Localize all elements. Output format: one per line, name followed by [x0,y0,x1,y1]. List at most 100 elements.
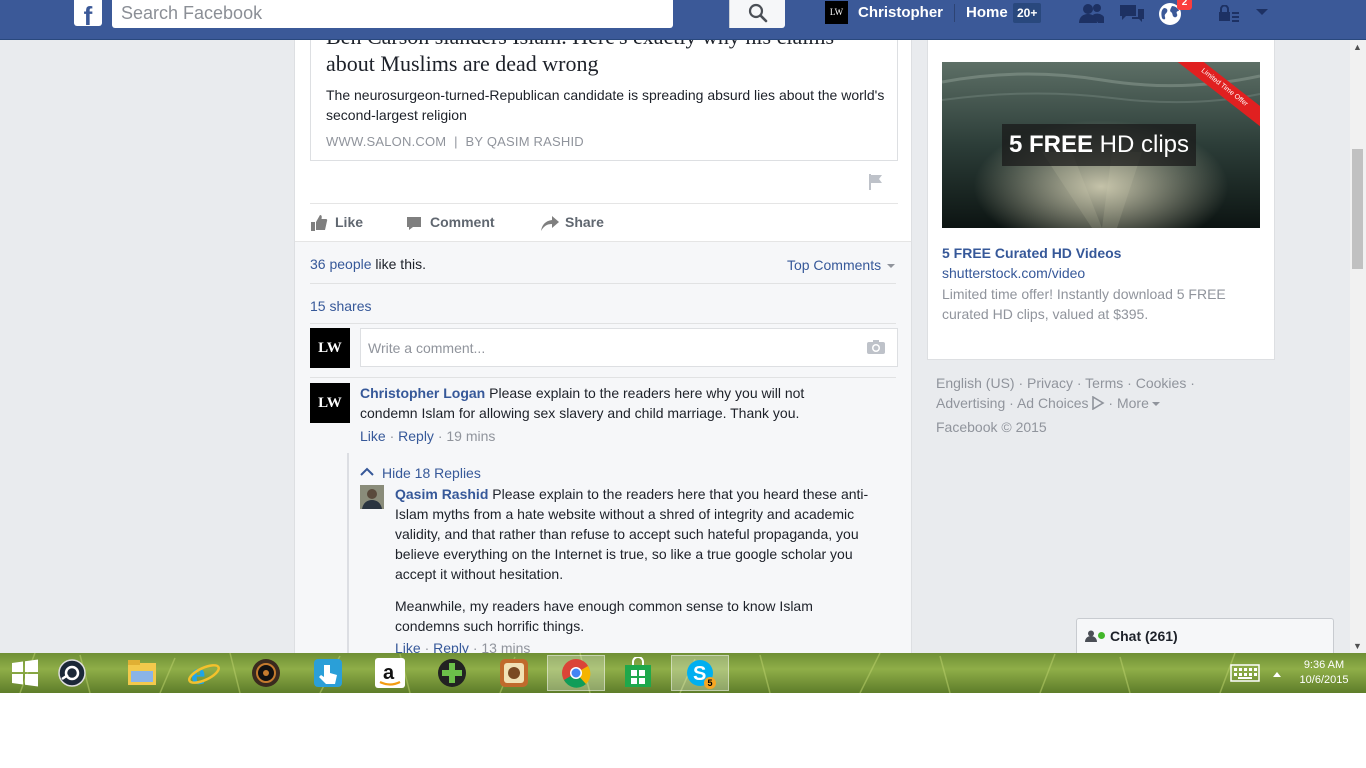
ad-overlay-text: 5 FREE HD clips [1002,124,1196,166]
footer-link-language[interactable]: English (US) [936,375,1015,391]
messages-icon[interactable] [1118,2,1146,24]
shares-count-link[interactable]: 15 shares [310,298,371,314]
link-title[interactable]: Ben Carson slanders Islam. Here's exactl… [326,40,886,77]
footer-link-ad-choices[interactable]: Ad Choices [1017,395,1089,411]
page-background: Ben Carson slanders Islam. Here's exactl… [0,40,1350,653]
taskbar-photo-app[interactable] [485,655,543,691]
taskbar-medical-plus-app[interactable] [423,655,481,691]
footer-link-advertising[interactable]: Advertising [936,395,1005,411]
comment-button[interactable]: Comment [405,214,505,234]
reply-body: Qasim Rashid Please explain to the reade… [395,484,875,584]
footer-link-cookies[interactable]: Cookies [1136,375,1187,391]
taskbar-skype[interactable]: S 5 [671,655,729,691]
taskbar-file-explorer[interactable] [113,655,171,691]
action-bar-divider [310,203,898,204]
search-input[interactable] [112,0,617,26]
facebook-logo[interactable]: f [74,0,102,26]
privacy-lock-icon[interactable] [1217,5,1241,23]
blank-area [0,693,1366,768]
reply-timestamp[interactable]: 13 mins [481,640,530,653]
taskbar-touch-app[interactable] [299,655,357,691]
likes-count-link[interactable]: 36 people [310,256,372,272]
footer-link-privacy[interactable]: Privacy [1027,375,1073,391]
comment-sort-dropdown[interactable]: Top Comments [787,257,895,273]
footer-link-terms[interactable]: Terms [1085,375,1123,391]
taskbar-chrome[interactable] [547,655,605,691]
ad-overlay-rest: HD clips [1093,131,1190,158]
ad-overlay-bold: 5 FREE [1008,131,1093,158]
like-button[interactable]: Like [310,214,380,234]
footer-link-more[interactable]: More [1117,395,1149,411]
reply-reply-link[interactable]: Reply [433,640,469,653]
internet-explorer-icon: e [188,657,220,689]
footer-links: English (US) · Privacy · Terms · Cookies… [936,375,1195,411]
scrollbar-thumb[interactable] [1352,149,1363,269]
comment-sort-label: Top Comments [786,257,882,273]
scroll-up-arrow-icon[interactable]: ▲ [1353,42,1362,52]
chevron-down-icon [887,264,895,269]
clock-time: 9:36 AM [1303,659,1345,671]
taskbar-speaker-app[interactable] [237,655,295,691]
ad-url-link[interactable]: shutterstock.com/video [942,265,1085,281]
online-status-dot [1098,632,1105,639]
ad-description: Limited time offer! Instantly download 5… [942,286,1226,322]
reply-like-link[interactable]: Like [395,640,421,653]
shared-link-card[interactable]: Ben Carson slanders Islam. Here's exactl… [310,40,898,161]
divider [310,323,896,324]
reply-meta: Like · Reply · 13 mins [395,640,530,653]
news-feed-post: Ben Carson slanders Islam. Here's exactl… [294,40,912,653]
profile-avatar[interactable]: LW [825,1,848,24]
my-avatar: LW [310,328,350,368]
comment-meta: Like · Reply · 19 mins [360,428,495,444]
show-hidden-icons-chevron-up-icon[interactable] [1272,670,1282,678]
person-photo-icon [360,485,384,509]
reply-body-paragraph: Meanwhile, my readers have enough common… [395,598,813,634]
share-arrow-icon [541,216,559,231]
ad-title-link[interactable]: 5 FREE Curated HD Videos [942,245,1121,261]
comment-reply-link[interactable]: Reply [398,428,434,444]
ad-image[interactable]: 5 FREE HD clips Limited Time Offer [942,62,1260,228]
scroll-down-arrow-icon[interactable]: ▼ [1353,641,1362,651]
footer-copyright: Facebook © 2015 [936,419,1047,435]
link-source-separator: | [454,134,458,149]
comment-author-link[interactable]: Christopher Logan [360,385,485,401]
sponsored-ad: 5 FREE HD clips Limited Time Offer 5 FRE… [927,40,1275,360]
chat-sidebar-toggle[interactable]: Chat (261) [1076,618,1334,653]
commenter-avatar[interactable]: LW [310,383,350,423]
comment-timestamp[interactable]: 19 mins [446,428,495,444]
taskbar-amazon[interactable]: a [361,655,419,691]
windows-taskbar: e a S 5 9:36 AM 10/6/2015 [0,653,1366,693]
camera-icon[interactable] [867,339,885,355]
replier-avatar[interactable] [360,485,384,509]
keyboard-icon[interactable] [1230,664,1260,682]
like-label: Like [335,214,364,230]
friend-requests-icon[interactable] [1078,2,1106,24]
taskbar-steam[interactable] [43,655,101,691]
chat-label: Chat (261) [1110,628,1178,644]
divider [310,283,896,284]
share-button[interactable]: Share [540,214,620,234]
comment-input[interactable] [361,329,851,366]
person-icon [1085,630,1097,642]
home-link[interactable]: Home [966,4,1008,21]
taskbar-store[interactable] [609,655,667,691]
comment-composer [360,328,898,367]
likes-suffix: like this. [371,256,426,272]
search-button[interactable] [729,0,785,28]
clock-date: 10/6/2015 [1299,674,1349,686]
comment-label: Comment [430,214,495,230]
notification-count-badge: 2 [1177,0,1192,10]
chrome-icon [562,659,591,688]
page-scrollbar[interactable]: ▲ ▼ [1350,40,1366,653]
system-clock[interactable]: 9:36 AM 10/6/2015 [1290,658,1358,688]
taskbar-internet-explorer[interactable]: e [175,655,233,691]
comment-body: Christopher Logan Please explain to the … [360,383,840,423]
steam-icon [58,659,86,687]
chevron-up-icon [360,467,374,476]
flag-icon[interactable] [867,173,885,191]
reply-author-link[interactable]: Qasim Rashid [395,486,488,502]
comment-like-link[interactable]: Like [360,428,386,444]
profile-name-link[interactable]: Christopher [858,4,943,21]
account-menu-chevron-down-icon[interactable] [1255,8,1269,18]
link-source: WWW.SALON.COM | BY QASIM RASHID [326,134,584,149]
